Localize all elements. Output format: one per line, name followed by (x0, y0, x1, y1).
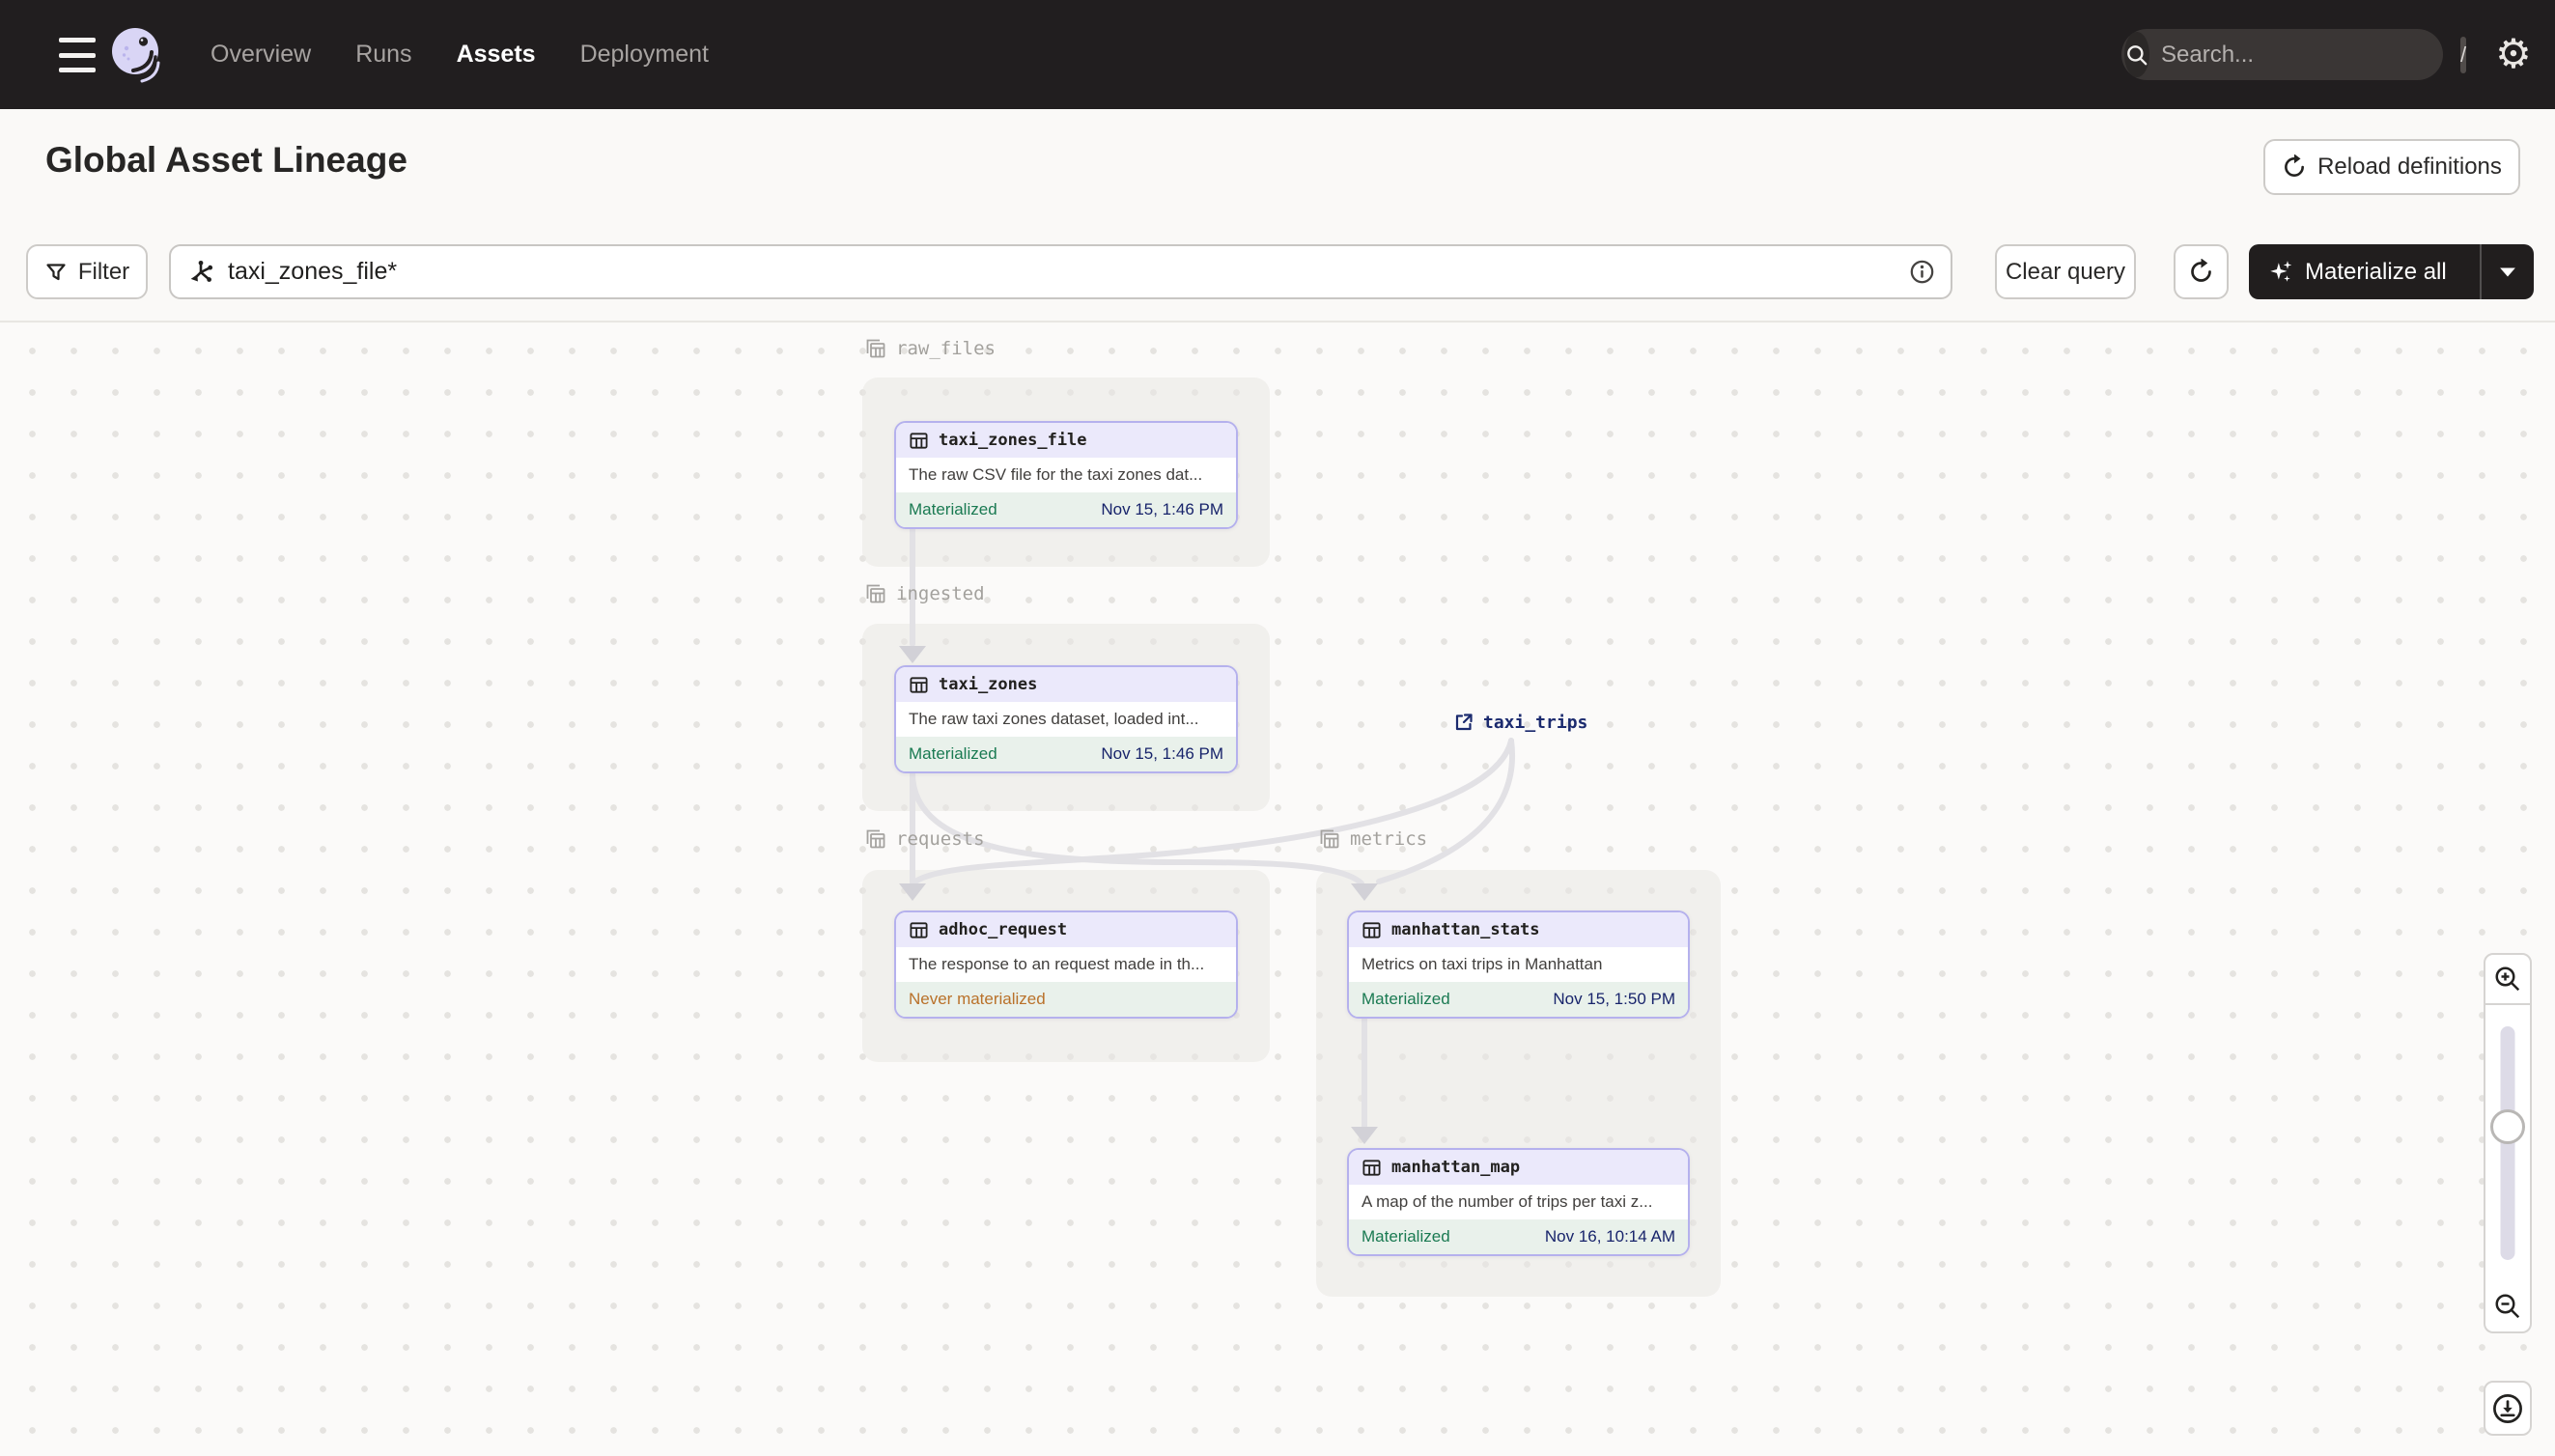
external-asset-taxi-trips[interactable]: taxi_trips (1453, 712, 1587, 733)
nav-tab-runs[interactable]: Runs (355, 41, 411, 69)
top-nav-bar: Overview Runs Assets Deployment / ⚙ (0, 0, 2555, 109)
zoom-out-button[interactable] (2484, 1281, 2532, 1333)
page-header: Global Asset Lineage Reload definitions (0, 109, 2555, 225)
chevron-down-icon (2500, 267, 2515, 276)
asset-timestamp: Nov 16, 10:14 AM (1544, 1227, 1675, 1246)
asset-timestamp: Nov 15, 1:50 PM (1553, 990, 1675, 1008)
asset-description: Metrics on taxi trips in Manhattan (1349, 947, 1688, 982)
asset-description: The raw CSV file for the taxi zones dat.… (896, 458, 1236, 492)
asset-node-manhattan-stats[interactable]: manhattan_stats Metrics on taxi trips in… (1347, 910, 1690, 1019)
hamburger-menu-icon[interactable] (59, 38, 98, 72)
asset-status: Materialized (909, 500, 997, 518)
filter-button-label: Filter (77, 258, 130, 285)
asset-name: manhattan_map (1391, 1158, 1521, 1177)
refresh-icon (2188, 259, 2214, 285)
reload-definitions-label: Reload definitions (2317, 154, 2502, 180)
clear-query-button[interactable]: Clear query (1995, 244, 2136, 299)
asset-query-field (169, 244, 1952, 299)
group-table-icon (866, 584, 885, 603)
asset-status: Materialized (1362, 1227, 1450, 1246)
zoom-in-button[interactable] (2484, 953, 2532, 1005)
asset-description: The raw taxi zones dataset, loaded int..… (896, 702, 1236, 737)
download-icon (2493, 1393, 2522, 1423)
group-label-raw-files[interactable]: raw_files (864, 337, 996, 360)
group-label-requests[interactable]: requests (864, 827, 985, 851)
nav-tab-assets[interactable]: Assets (457, 41, 536, 69)
asset-node-taxi-zones-file[interactable]: taxi_zones_file The raw CSV file for the… (894, 421, 1238, 529)
reload-definitions-button[interactable]: Reload definitions (2263, 139, 2520, 195)
lineage-canvas[interactable]: raw_files ingested requests metrics taxi… (0, 323, 2555, 1456)
filter-funnel-icon (44, 261, 68, 284)
search-icon (2124, 32, 2149, 77)
asset-name: taxi_zones (939, 675, 1038, 694)
page-title: Global Asset Lineage (45, 140, 407, 180)
asset-node-taxi-zones[interactable]: taxi_zones The raw taxi zones dataset, l… (894, 665, 1238, 773)
query-info-icon[interactable] (1909, 259, 1935, 285)
table-icon (1362, 921, 1381, 938)
asset-status: Materialized (1362, 990, 1450, 1008)
table-icon (910, 432, 928, 449)
asset-status: Materialized (909, 744, 997, 763)
clear-query-label: Clear query (2005, 258, 2126, 285)
global-search[interactable]: / (2121, 29, 2467, 80)
zoom-slider (2484, 1005, 2532, 1281)
asset-status: Never materialized (909, 990, 1046, 1008)
asset-timestamp: Nov 15, 1:46 PM (1101, 744, 1223, 763)
table-icon (1362, 1159, 1381, 1176)
search-input[interactable] (2149, 41, 2460, 69)
asset-timestamp: Nov 15, 1:46 PM (1101, 500, 1223, 518)
group-table-icon (866, 339, 885, 358)
nav-tabs: Overview Runs Assets Deployment (211, 0, 709, 109)
reload-icon (2282, 154, 2307, 180)
asset-query-input[interactable] (214, 258, 1909, 286)
asset-node-manhattan-map[interactable]: manhattan_map A map of the number of tri… (1347, 1148, 1690, 1256)
zoom-slider-thumb[interactable] (2490, 1109, 2525, 1144)
asset-name: adhoc_request (939, 920, 1068, 939)
filter-button[interactable]: Filter (26, 244, 148, 299)
graph-query-icon (187, 259, 214, 286)
lineage-edges (899, 526, 1516, 1144)
zoom-out-icon (2495, 1294, 2520, 1319)
materialize-all-main[interactable]: Materialize all (2249, 259, 2480, 286)
search-shortcut-badge: / (2460, 36, 2467, 73)
nav-tab-overview[interactable]: Overview (211, 41, 311, 69)
asset-description: A map of the number of trips per taxi z.… (1349, 1185, 1688, 1219)
group-label-ingested[interactable]: ingested (864, 582, 985, 605)
asset-node-adhoc-request[interactable]: adhoc_request The response to an request… (894, 910, 1238, 1019)
zoom-in-icon (2495, 966, 2520, 992)
asset-name: manhattan_stats (1391, 920, 1540, 939)
settings-gear-icon[interactable]: ⚙ (2491, 32, 2536, 76)
group-label-metrics[interactable]: metrics (1318, 827, 1427, 851)
nav-tab-deployment[interactable]: Deployment (580, 41, 709, 69)
table-icon (910, 921, 928, 938)
materialize-all-button[interactable]: Materialize all (2249, 244, 2534, 299)
materialize-all-label: Materialize all (2305, 258, 2447, 285)
table-icon (910, 676, 928, 693)
sparkle-icon (2267, 259, 2294, 286)
download-image-button[interactable] (2484, 1381, 2532, 1436)
group-table-icon (866, 829, 885, 849)
external-link-icon (1455, 714, 1473, 731)
group-table-icon (1320, 829, 1339, 849)
asset-name: taxi_zones_file (939, 431, 1087, 450)
materialize-dropdown-button[interactable] (2482, 266, 2534, 278)
refresh-button[interactable] (2174, 244, 2229, 299)
zoom-controls (2484, 953, 2532, 1333)
lineage-toolbar: Filter Clear query (0, 225, 2555, 322)
asset-description: The response to an request made in th... (896, 947, 1236, 982)
dagster-logo[interactable] (107, 25, 165, 83)
